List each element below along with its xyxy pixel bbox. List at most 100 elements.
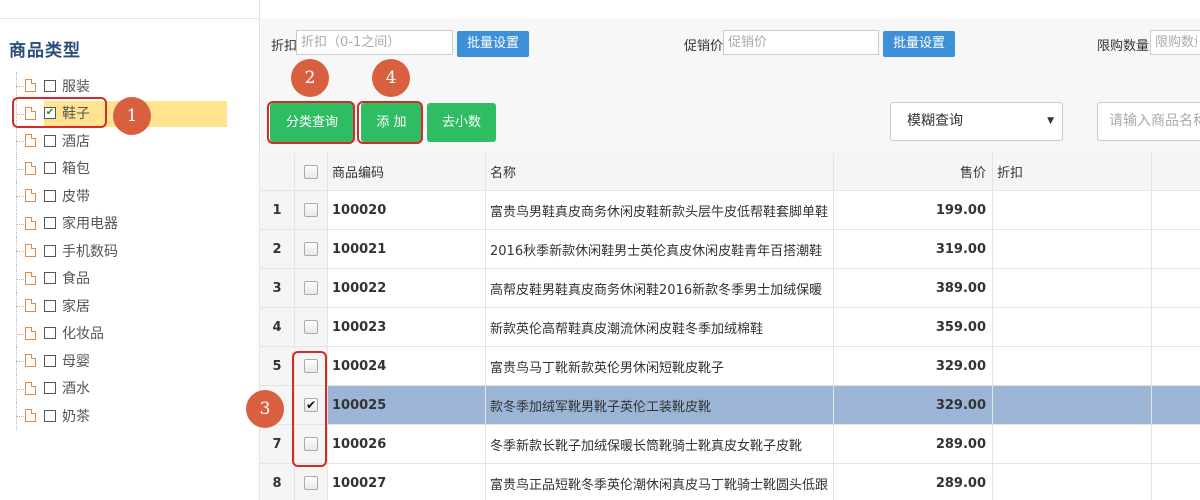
product-name: 2016秋季新款休闲鞋男士英伦真皮休闲皮鞋青年百搭潮鞋: [486, 230, 834, 268]
name-header[interactable]: 名称: [486, 153, 834, 190]
tree-item[interactable]: 服装: [0, 72, 259, 100]
tree-checkbox[interactable]: [44, 272, 56, 285]
tree-item[interactable]: 母婴: [0, 347, 259, 375]
extra-cell: [1152, 269, 1200, 307]
product-price: 389.00: [834, 269, 993, 307]
tree-checkbox[interactable]: [44, 382, 56, 395]
row-checkbox-cell[interactable]: [295, 191, 328, 229]
tree-item[interactable]: 手机数码: [0, 237, 259, 265]
search-placeholder: 请输入商品名称: [1109, 113, 1200, 129]
tree-checkbox[interactable]: ✔: [44, 107, 56, 120]
row-checkbox-cell[interactable]: [295, 230, 328, 268]
product-code: 100024: [328, 347, 486, 385]
tree-item-label: 母婴: [62, 353, 90, 370]
classify-query-button[interactable]: 分类查询: [270, 103, 354, 142]
row-checkbox[interactable]: [304, 476, 318, 490]
tree-checkbox[interactable]: [44, 189, 56, 202]
row-checkbox[interactable]: ✔: [304, 398, 318, 412]
table-row[interactable]: 4 100023 新款英伦高帮鞋真皮潮流休闲皮鞋冬季加绒棉鞋 359.00: [260, 308, 1200, 347]
tree-item[interactable]: 家居: [0, 292, 259, 320]
product-discount[interactable]: [993, 269, 1152, 307]
extra-cell: [1152, 464, 1200, 500]
row-checkbox[interactable]: [304, 242, 318, 256]
tree-item[interactable]: 化妆品: [0, 319, 259, 347]
price-header[interactable]: 售价: [834, 153, 993, 190]
product-discount[interactable]: [993, 230, 1152, 268]
batch-discount-button[interactable]: 批量设置: [457, 31, 529, 57]
product-discount[interactable]: [993, 191, 1152, 229]
row-checkbox[interactable]: [304, 359, 318, 373]
product-discount[interactable]: [993, 386, 1152, 424]
table-row[interactable]: 8 100027 富贵鸟正品短靴冬季英伦潮休闲真皮马丁靴骑士靴圆头低跟 289.00: [260, 464, 1200, 500]
tree-checkbox[interactable]: [44, 354, 56, 367]
product-discount[interactable]: [993, 425, 1152, 463]
row-index: 4: [260, 308, 295, 346]
tree-item[interactable]: 皮带: [0, 182, 259, 210]
tree-item[interactable]: 箱包: [0, 154, 259, 182]
document-icon: [25, 299, 36, 313]
table-row[interactable]: 5 100024 富贵鸟马丁靴新款英伦男休闲短靴皮靴子 329.00: [260, 347, 1200, 386]
tree-checkbox[interactable]: [44, 409, 56, 422]
promo-price-input[interactable]: [723, 30, 879, 55]
extra-cell: [1152, 191, 1200, 229]
product-discount[interactable]: [993, 308, 1152, 346]
row-checkbox-cell[interactable]: [295, 308, 328, 346]
row-checkbox-cell[interactable]: [295, 347, 328, 385]
table-row[interactable]: 2 100021 2016秋季新款休闲鞋男士英伦真皮休闲皮鞋青年百搭潮鞋 319.00: [260, 230, 1200, 269]
tree-item[interactable]: 家用电器: [0, 209, 259, 237]
purchase-limit-input[interactable]: [1150, 30, 1200, 55]
discount-input[interactable]: [296, 30, 453, 55]
row-checkbox[interactable]: [304, 437, 318, 451]
product-search-input[interactable]: 请输入商品名称: [1097, 102, 1200, 141]
row-index: 1: [260, 191, 295, 229]
product-discount[interactable]: [993, 464, 1152, 500]
tree-checkbox[interactable]: [44, 134, 56, 147]
row-checkbox[interactable]: [304, 203, 318, 217]
search-mode-select[interactable]: 模糊查询 ▼: [890, 102, 1063, 141]
row-checkbox[interactable]: [304, 320, 318, 334]
tree-checkbox[interactable]: [44, 299, 56, 312]
discount-header[interactable]: 折扣: [993, 153, 1152, 190]
remove-decimal-button[interactable]: 去小数: [427, 103, 496, 142]
row-checkbox-cell[interactable]: [295, 464, 328, 500]
tree-item[interactable]: 食品: [0, 264, 259, 292]
document-icon: [25, 381, 36, 395]
row-index: 8: [260, 464, 295, 500]
tree-checkbox[interactable]: [44, 244, 56, 257]
row-checkbox-cell[interactable]: [295, 269, 328, 307]
document-icon: [25, 271, 36, 285]
table-row[interactable]: 7 100026 冬季新款长靴子加绒保暖长筒靴骑士靴真皮女靴子皮靴 289.00: [260, 425, 1200, 464]
tree-item-label: 奶茶: [62, 408, 90, 425]
table-row[interactable]: 1 100020 富贵鸟男鞋真皮商务休闲皮鞋新款头层牛皮低帮鞋套脚单鞋 199.00: [260, 191, 1200, 230]
product-discount[interactable]: [993, 347, 1152, 385]
select-all-checkbox[interactable]: [304, 164, 318, 179]
product-price: 199.00: [834, 191, 993, 229]
row-checkbox-cell[interactable]: [295, 425, 328, 463]
tree-checkbox[interactable]: [44, 217, 56, 230]
tree-checkbox[interactable]: [44, 327, 56, 340]
tree-item-label: 酒店: [62, 133, 90, 150]
code-header[interactable]: 商品编码: [328, 153, 486, 190]
tree-checkbox[interactable]: [44, 162, 56, 175]
tree-item[interactable]: 奶茶: [0, 402, 259, 430]
select-all-cell[interactable]: [295, 153, 328, 190]
tree-checkbox[interactable]: [44, 79, 56, 92]
table-row[interactable]: 6✔100025款冬季加绒军靴男靴子英伦工装靴皮靴329.00: [260, 386, 1200, 425]
add-button[interactable]: 添 加: [361, 103, 422, 142]
tree-item-label: 服装: [62, 78, 90, 95]
product-name: 高帮皮鞋男鞋真皮商务休闲鞋2016新款冬季男士加绒保暖: [486, 269, 834, 307]
row-checkbox[interactable]: [304, 281, 318, 295]
tree-item-label: 酒水: [62, 381, 90, 398]
table-row[interactable]: 3 100022 高帮皮鞋男鞋真皮商务休闲鞋2016新款冬季男士加绒保暖 389.00: [260, 269, 1200, 308]
tree-connector: [16, 223, 24, 225]
product-code: 100020: [328, 191, 486, 229]
row-checkbox-cell[interactable]: ✔: [295, 386, 328, 424]
tree-connector: [16, 251, 24, 252]
batch-promo-button[interactable]: 批量设置: [883, 31, 955, 57]
annotation-badge-3: 3: [246, 390, 284, 428]
tree-item[interactable]: 酒水: [0, 374, 259, 402]
tree-connector: [16, 306, 24, 307]
tree-connector: [16, 141, 24, 142]
document-icon: [25, 244, 36, 258]
product-name: 富贵鸟男鞋真皮商务休闲皮鞋新款头层牛皮低帮鞋套脚单鞋: [486, 191, 834, 229]
